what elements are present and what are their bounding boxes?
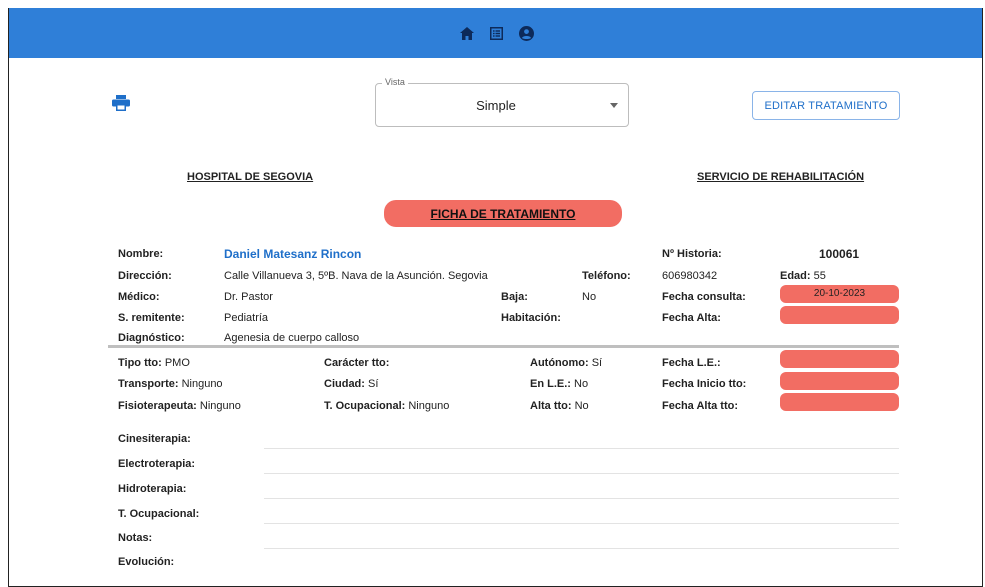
notas-label: Notas: — [118, 532, 153, 544]
alta-tto-field: Alta tto: No — [530, 400, 589, 412]
remitente-label: S. remitente: — [118, 312, 185, 324]
notas-line — [264, 548, 899, 549]
edad-value: 55 — [813, 270, 826, 282]
diagnostico-value: Agenesia de cuerpo calloso — [224, 332, 360, 344]
fecha-inicio-field[interactable] — [780, 372, 899, 390]
account-icon[interactable] — [518, 24, 536, 42]
t-ocup-label: T. Ocupacional: — [324, 400, 406, 412]
section-divider — [108, 345, 899, 348]
home-icon[interactable] — [458, 24, 476, 42]
fecha-alta-label: Fecha Alta: — [662, 312, 721, 324]
list-icon[interactable] — [488, 24, 506, 42]
ciudad-value: Sí — [368, 378, 379, 390]
nombre-label: Nombre: — [118, 248, 164, 260]
page-title: FICHA DE TRATAMIENTO — [384, 200, 622, 227]
electroterapia-line — [264, 473, 899, 474]
t-ocup-value: Ninguno — [408, 400, 450, 412]
patient-name-link[interactable]: Daniel Matesanz Rincon — [224, 247, 361, 261]
medico-label: Médico: — [118, 291, 160, 303]
top-navbar — [9, 8, 982, 58]
remitente-value: Pediatría — [224, 312, 269, 324]
edit-treatment-button[interactable]: EDITAR TRATAMIENTO — [752, 91, 900, 120]
t-ocupacional-label: T. Ocupacional: — [118, 508, 200, 520]
direccion-label: Dirección: — [118, 270, 172, 282]
medico-value: Dr. Pastor — [224, 291, 273, 303]
habitacion-label: Habitación: — [501, 312, 561, 324]
hidroterapia-label: Hidroterapia: — [118, 483, 187, 495]
alta-tto-value: No — [574, 400, 589, 412]
telefono-label: Teléfono: — [582, 270, 631, 282]
vista-label: Vista — [382, 77, 408, 87]
t-ocupacional-line — [264, 523, 899, 524]
en-le-field: En L.E.: No — [530, 378, 588, 390]
fecha-le-field[interactable] — [780, 350, 899, 368]
fisio-value: Ninguno — [199, 400, 241, 412]
service-name: SERVICIO DE REHABILITACIÓN — [697, 171, 865, 183]
fecha-inicio-label: Fecha Inicio tto: — [662, 378, 747, 390]
vista-value: Simple — [476, 98, 516, 113]
tipo-tto-value: PMO — [164, 357, 190, 369]
fecha-consulta-label: Fecha consulta: — [662, 291, 746, 303]
cinesiterapia-line — [264, 448, 899, 449]
edad-label: Edad: — [780, 270, 811, 282]
t-ocup-field: T. Ocupacional: Ninguno — [324, 400, 449, 412]
diagnostico-label: Diagnóstico: — [118, 332, 185, 344]
baja-value: No — [582, 291, 597, 303]
ciudad-label: Ciudad: — [324, 378, 365, 390]
autonomo-value: Sí — [591, 357, 603, 369]
electroterapia-label: Electroterapia: — [118, 458, 196, 470]
tipo-tto-field: Tipo tto: PMO — [118, 357, 190, 369]
historia-value: 100061 — [819, 247, 860, 261]
alta-tto-label: Alta tto: — [530, 400, 572, 412]
fecha-alta-field[interactable] — [780, 306, 899, 324]
fecha-alta-tto-field[interactable] — [780, 393, 899, 411]
print-icon[interactable] — [112, 95, 130, 111]
ciudad-field: Ciudad: Sí — [324, 378, 378, 390]
transporte-value: Ninguno — [181, 378, 223, 390]
autonomo-field: Autónomo: Sí — [530, 357, 602, 369]
transporte-field: Transporte: Ninguno — [118, 378, 223, 390]
fisio-label: Fisioterapeuta: — [118, 400, 197, 412]
edad-field: Edad: 55 — [780, 270, 826, 282]
evolucion-label: Evolución: — [118, 556, 175, 568]
autonomo-label: Autónomo: — [530, 357, 589, 369]
fecha-alta-tto-label: Fecha Alta tto: — [662, 400, 738, 412]
fecha-consulta-field[interactable]: 20-10-2023 — [780, 285, 899, 303]
transporte-label: Transporte: — [118, 378, 179, 390]
baja-label: Baja: — [501, 291, 528, 303]
en-le-value: No — [574, 378, 589, 390]
direccion-value: Calle Villanueva 3, 5ºB. Nava de la Asun… — [224, 270, 488, 282]
cinesiterapia-label: Cinesiterapia: — [118, 433, 191, 445]
vista-select[interactable]: Vista Simple — [375, 77, 629, 127]
telefono-value: 606980342 — [662, 270, 718, 282]
tipo-tto-label: Tipo tto: — [118, 357, 162, 369]
hidroterapia-line — [264, 498, 899, 499]
fisio-field: Fisioterapeuta: Ninguno — [118, 400, 241, 412]
fecha-le-label: Fecha L.E.: — [662, 357, 721, 369]
chevron-down-icon — [610, 103, 618, 108]
historia-label: Nº Historia: — [662, 248, 722, 260]
caracter-tto-label: Carácter tto: — [324, 357, 390, 369]
hospital-name: HOSPITAL DE SEGOVIA — [187, 171, 314, 183]
en-le-label: En L.E.: — [530, 378, 571, 390]
